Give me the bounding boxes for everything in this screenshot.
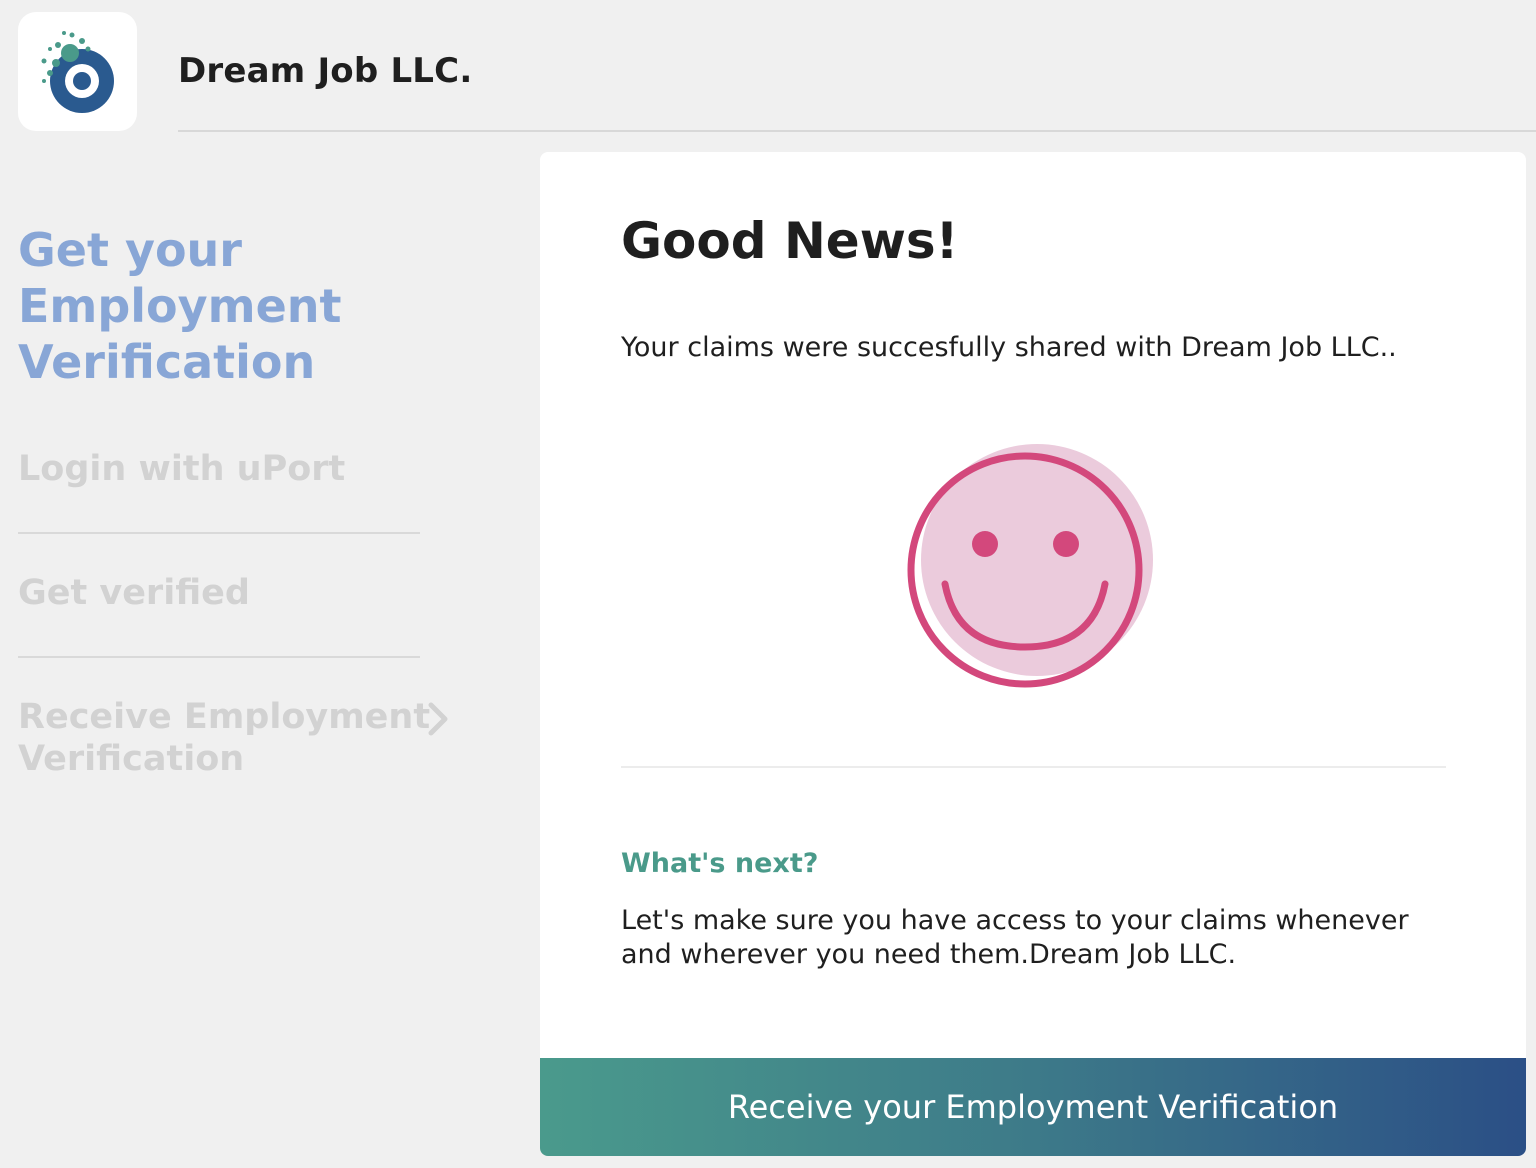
step-divider [18, 656, 420, 658]
smiley-face-icon [907, 444, 1153, 688]
step-receive-employment-verification: Receive Employment Verification [18, 697, 431, 779]
uport-logo-icon [41, 30, 114, 113]
whats-next-text: Let's make sure you have access to your … [621, 905, 1409, 970]
step-login-with-uport: Login with uPort [18, 449, 346, 489]
step-get-verified: Get verified [18, 573, 250, 613]
card-divider [621, 766, 1446, 768]
sidebar-heading: Get your Employment Verification [18, 223, 342, 389]
whats-next-heading: What's next? [621, 848, 819, 879]
receive-employment-verification-button[interactable]: Receive your Employment Verification [540, 1058, 1526, 1156]
app-logo [18, 12, 137, 131]
chevron-right-icon [428, 702, 448, 736]
header-divider [178, 130, 1536, 132]
card-title: Good News! [621, 212, 959, 270]
confirmation-card: Good News! Your claims were succesfully … [540, 152, 1526, 1156]
step-divider [18, 532, 420, 534]
card-message: Your claims were succesfully shared with… [621, 332, 1397, 363]
app-title: Dream Job LLC. [178, 51, 473, 91]
